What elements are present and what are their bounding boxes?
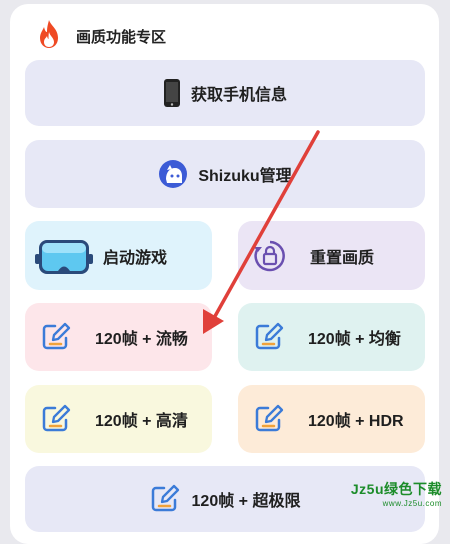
watermark-url: www.Jz5u.com (382, 499, 442, 508)
watermark: Jz5u绿色下载 www.Jz5u.com (351, 479, 442, 508)
watermark-text: Jz5u绿色下载 (350, 481, 442, 497)
annotation-arrow (203, 130, 320, 334)
